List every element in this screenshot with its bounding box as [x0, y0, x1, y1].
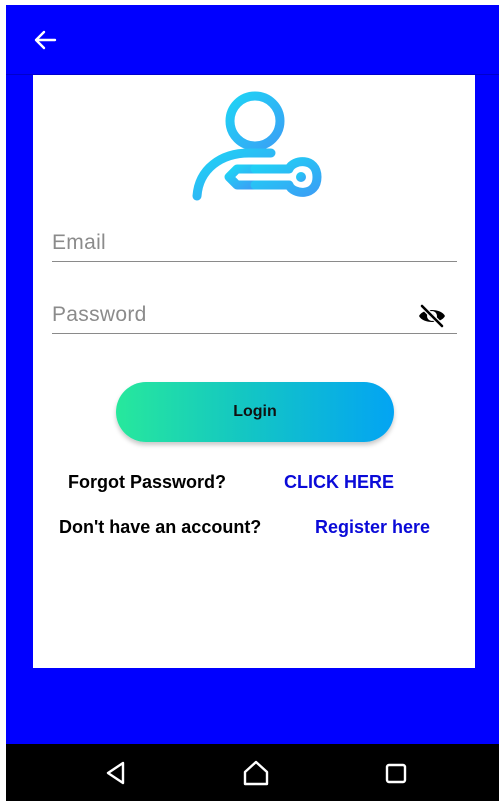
eye-off-icon: [419, 303, 445, 329]
arrow-left-icon: [34, 30, 57, 50]
password-input[interactable]: [52, 300, 457, 330]
nav-recents-icon: [385, 763, 407, 784]
nav-home-icon: [243, 760, 269, 786]
password-field[interactable]: [52, 294, 457, 334]
register-link[interactable]: Register here: [315, 517, 430, 538]
login-card: Login Forgot Password? CLICK HERE Don't …: [33, 75, 475, 668]
forgot-password-label: Forgot Password?: [68, 472, 227, 492]
email-field[interactable]: [52, 222, 457, 262]
email-input[interactable]: [52, 228, 457, 258]
register-label: Don't have an account?: [59, 517, 262, 537]
forgot-password-link[interactable]: CLICK HERE: [284, 472, 394, 493]
user-key-icon: [192, 91, 322, 201]
toggle-password-visibility-button[interactable]: [417, 303, 447, 329]
login-button[interactable]: Login: [116, 382, 394, 442]
nav-recents-button[interactable]: [381, 758, 411, 788]
app-bar: [6, 5, 499, 75]
nav-home-button[interactable]: [241, 758, 271, 788]
system-nav-bar: [6, 744, 499, 801]
back-button[interactable]: [30, 27, 60, 53]
app-screen: Login Forgot Password? CLICK HERE Don't …: [6, 5, 499, 744]
nav-back-icon: [106, 761, 125, 785]
nav-back-button[interactable]: [101, 758, 131, 788]
